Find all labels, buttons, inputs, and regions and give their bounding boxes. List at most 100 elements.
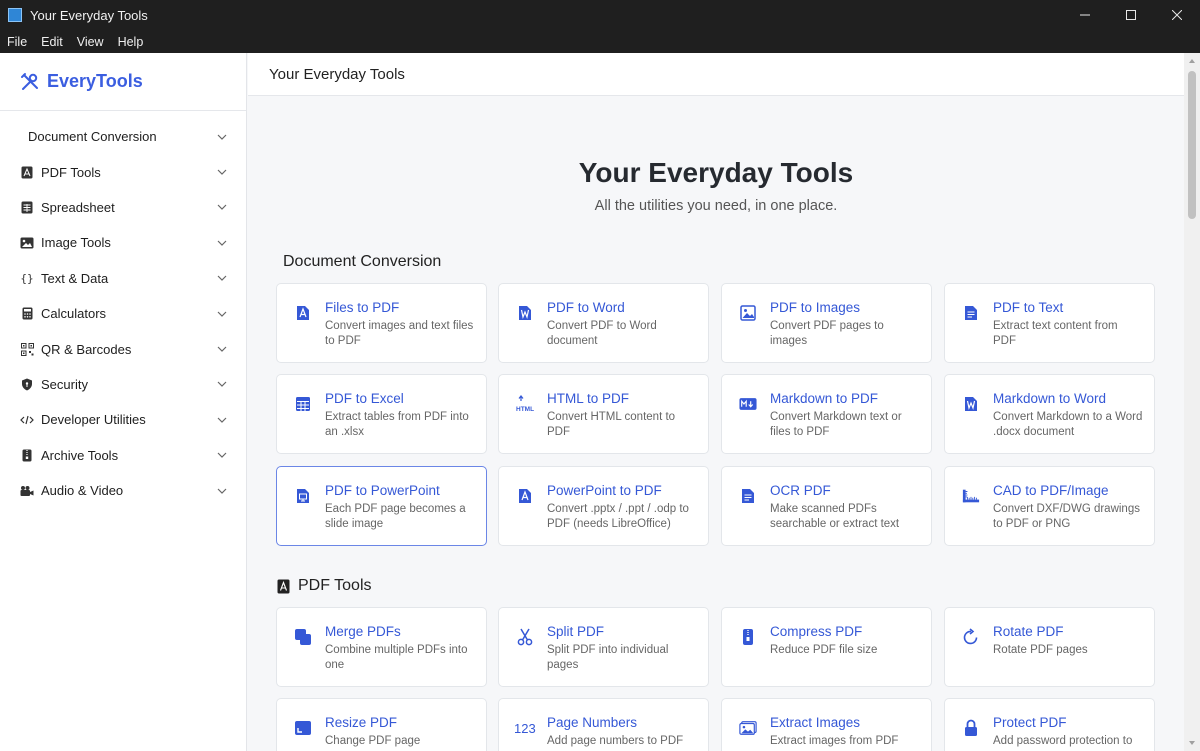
vertical-scrollbar[interactable] [1184, 53, 1200, 751]
tool-card-title: Markdown to Word [993, 391, 1107, 406]
sidebar-item-developer-utilities[interactable]: Developer Utilities [0, 402, 246, 437]
tool-card-title: CAD to PDF/Image [993, 483, 1109, 498]
tool-card-html-to-pdf[interactable]: HTML HTML to PDF Convert HTML content to… [498, 374, 709, 454]
tool-card-desc: Extract text content from PDF [993, 320, 1118, 347]
html-icon: HTML [516, 395, 534, 413]
sidebar-item-label: QR & Barcodes [41, 341, 132, 357]
sidebar-item-qr-barcodes[interactable]: QR & Barcodes [0, 331, 246, 366]
tool-card-desc: Extract images from PDF [770, 735, 899, 747]
tool-card-desc: Combine multiple PDFs into one [325, 644, 468, 671]
images-icon [739, 719, 757, 737]
tool-card-title: HTML to PDF [547, 391, 630, 406]
tool-card-desc: Convert Markdown text or files to PDF [770, 411, 902, 438]
menu-edit[interactable]: Edit [34, 35, 70, 49]
scroll-down-icon[interactable] [1188, 739, 1196, 747]
svg-text:HTML: HTML [516, 406, 534, 413]
tool-card-powerpoint-to-pdf[interactable]: PowerPoint to PDF Convert .pptx / .ppt /… [498, 466, 709, 546]
menu-file[interactable]: File [0, 35, 34, 49]
tool-card-rotate-pdf[interactable]: Rotate PDF Rotate PDF pages [944, 607, 1155, 687]
sidebar-item-pdf-tools[interactable]: PDF Tools [0, 154, 246, 189]
tool-card-title: OCR PDF [770, 483, 831, 498]
sidebar-item-image-tools[interactable]: Image Tools [0, 225, 246, 260]
tool-card-desc: Convert images and text files to PDF [325, 320, 474, 347]
maximize-icon [1126, 10, 1136, 20]
sidebar-item-label: Document Conversion [28, 129, 157, 145]
tool-card-markdown-to-pdf[interactable]: Markdown to PDF Convert Markdown text or… [721, 374, 932, 454]
braces-icon: {} [20, 271, 34, 285]
app-icon [8, 8, 22, 22]
pdf-icon [277, 579, 290, 594]
section-title-pdf-tools: PDF Tools [277, 577, 372, 595]
tool-card-protect-pdf[interactable]: Protect PDF Add password protection to [944, 698, 1155, 751]
menu-bar: File Edit View Help [0, 30, 1200, 53]
chevron-down-icon [217, 205, 227, 211]
window-controls [1062, 0, 1200, 30]
code-icon [20, 413, 34, 427]
sidebar-item-label: Spreadsheet [41, 199, 115, 215]
sidebar-item-document-conversion[interactable]: Document Conversion [0, 119, 246, 154]
tool-card-title: PDF to Images [770, 300, 861, 315]
qr-icon [20, 342, 34, 356]
tool-card-desc: Reduce PDF file size [770, 644, 878, 656]
title-bar: Your Everyday Tools [0, 0, 1200, 30]
pdf-icon [20, 165, 34, 179]
sidebar: EveryTools Document Conversion PDF Tools… [0, 53, 247, 751]
chevron-down-icon [217, 275, 227, 282]
tool-card-title: PDF to PowerPoint [325, 483, 440, 498]
calculator-icon [20, 307, 34, 321]
ruler-icon [962, 487, 980, 505]
tool-card-merge-pdfs[interactable]: Merge PDFs Combine multiple PDFs into on… [276, 607, 487, 687]
minimize-button[interactable] [1062, 0, 1108, 30]
sidebar-item-security[interactable]: Security [0, 367, 246, 402]
tool-card-title: Rotate PDF [993, 624, 1064, 639]
page-header: Your Everyday Tools [248, 53, 1184, 96]
chevron-down-icon [217, 134, 227, 140]
chevron-down-icon [217, 417, 227, 423]
menu-help[interactable]: Help [111, 35, 151, 49]
tool-card-desc: Make scanned PDFs searchable or extract … [770, 503, 900, 530]
scroll-thumb[interactable] [1188, 71, 1196, 219]
scroll-up-icon[interactable] [1188, 57, 1196, 65]
tool-card-desc: Split PDF into individual pages [547, 644, 669, 671]
sidebar-item-archive-tools[interactable]: Archive Tools [0, 438, 246, 473]
video-icon [20, 484, 34, 498]
menu-view[interactable]: View [70, 35, 111, 49]
tool-card-desc: Extract tables from PDF into an .xlsx [325, 411, 469, 438]
close-button[interactable] [1154, 0, 1200, 30]
tool-card-pdf-to-text[interactable]: PDF to Text Extract text content from PD… [944, 283, 1155, 363]
tool-card-pdf-to-images[interactable]: PDF to Images Convert PDF pages to image… [721, 283, 932, 363]
chevron-down-icon [217, 346, 227, 352]
tool-card-desc: Convert Markdown to a Word .docx documen… [993, 411, 1143, 438]
tool-card-extract-images[interactable]: Extract Images Extract images from PDF [721, 698, 932, 751]
tool-card-page-numbers[interactable]: 123 Page Numbers Add page numbers to PDF [498, 698, 709, 751]
tool-card-pdf-to-powerpoint[interactable]: PDF to PowerPoint Each PDF page becomes … [276, 466, 487, 546]
tool-card-split-pdf[interactable]: Split PDF Split PDF into individual page… [498, 607, 709, 687]
tool-card-title: PDF to Text [993, 300, 1064, 315]
sidebar-item-label: Text & Data [41, 270, 109, 286]
sidebar-item-text-data[interactable]: {} Text & Data [0, 261, 246, 296]
word-icon [516, 304, 534, 322]
sidebar-item-audio-video[interactable]: Audio & Video [0, 473, 246, 508]
tool-card-compress-pdf[interactable]: Compress PDF Reduce PDF file size [721, 607, 932, 687]
tool-card-markdown-to-word[interactable]: Markdown to Word Convert Markdown to a W… [944, 374, 1155, 454]
tool-card-files-to-pdf[interactable]: Files to PDF Convert images and text fil… [276, 283, 487, 363]
lock-icon [962, 719, 980, 737]
tool-card-pdf-to-word[interactable]: PDF to Word Convert PDF to Word document [498, 283, 709, 363]
chevron-down-icon [217, 240, 227, 246]
tool-card-title: Resize PDF [325, 715, 398, 730]
tool-card-desc: Change PDF page [325, 735, 421, 747]
maximize-button[interactable] [1108, 0, 1154, 30]
sidebar-item-spreadsheet[interactable]: Spreadsheet [0, 190, 246, 225]
tool-card-ocr-pdf[interactable]: OCR PDF Make scanned PDFs searchable or … [721, 466, 932, 546]
brand[interactable]: EveryTools [0, 53, 246, 111]
tool-card-pdf-to-excel[interactable]: PDF to Excel Extract tables from PDF int… [276, 374, 487, 454]
tool-card-resize-pdf[interactable]: Resize PDF Change PDF page [276, 698, 487, 751]
tool-card-desc: Convert PDF to Word document [547, 320, 657, 347]
tool-card-title: Split PDF [547, 624, 605, 639]
sidebar-item-label: Audio & Video [41, 483, 124, 499]
sidebar-item-label: Archive Tools [41, 447, 119, 463]
tool-card-cad-to-pdf-image[interactable]: CAD to PDF/Image Convert DXF/DWG drawing… [944, 466, 1155, 546]
tool-card-title: PowerPoint to PDF [547, 483, 662, 498]
sidebar-item-calculators[interactable]: Calculators [0, 296, 246, 331]
shield-icon [20, 377, 34, 391]
